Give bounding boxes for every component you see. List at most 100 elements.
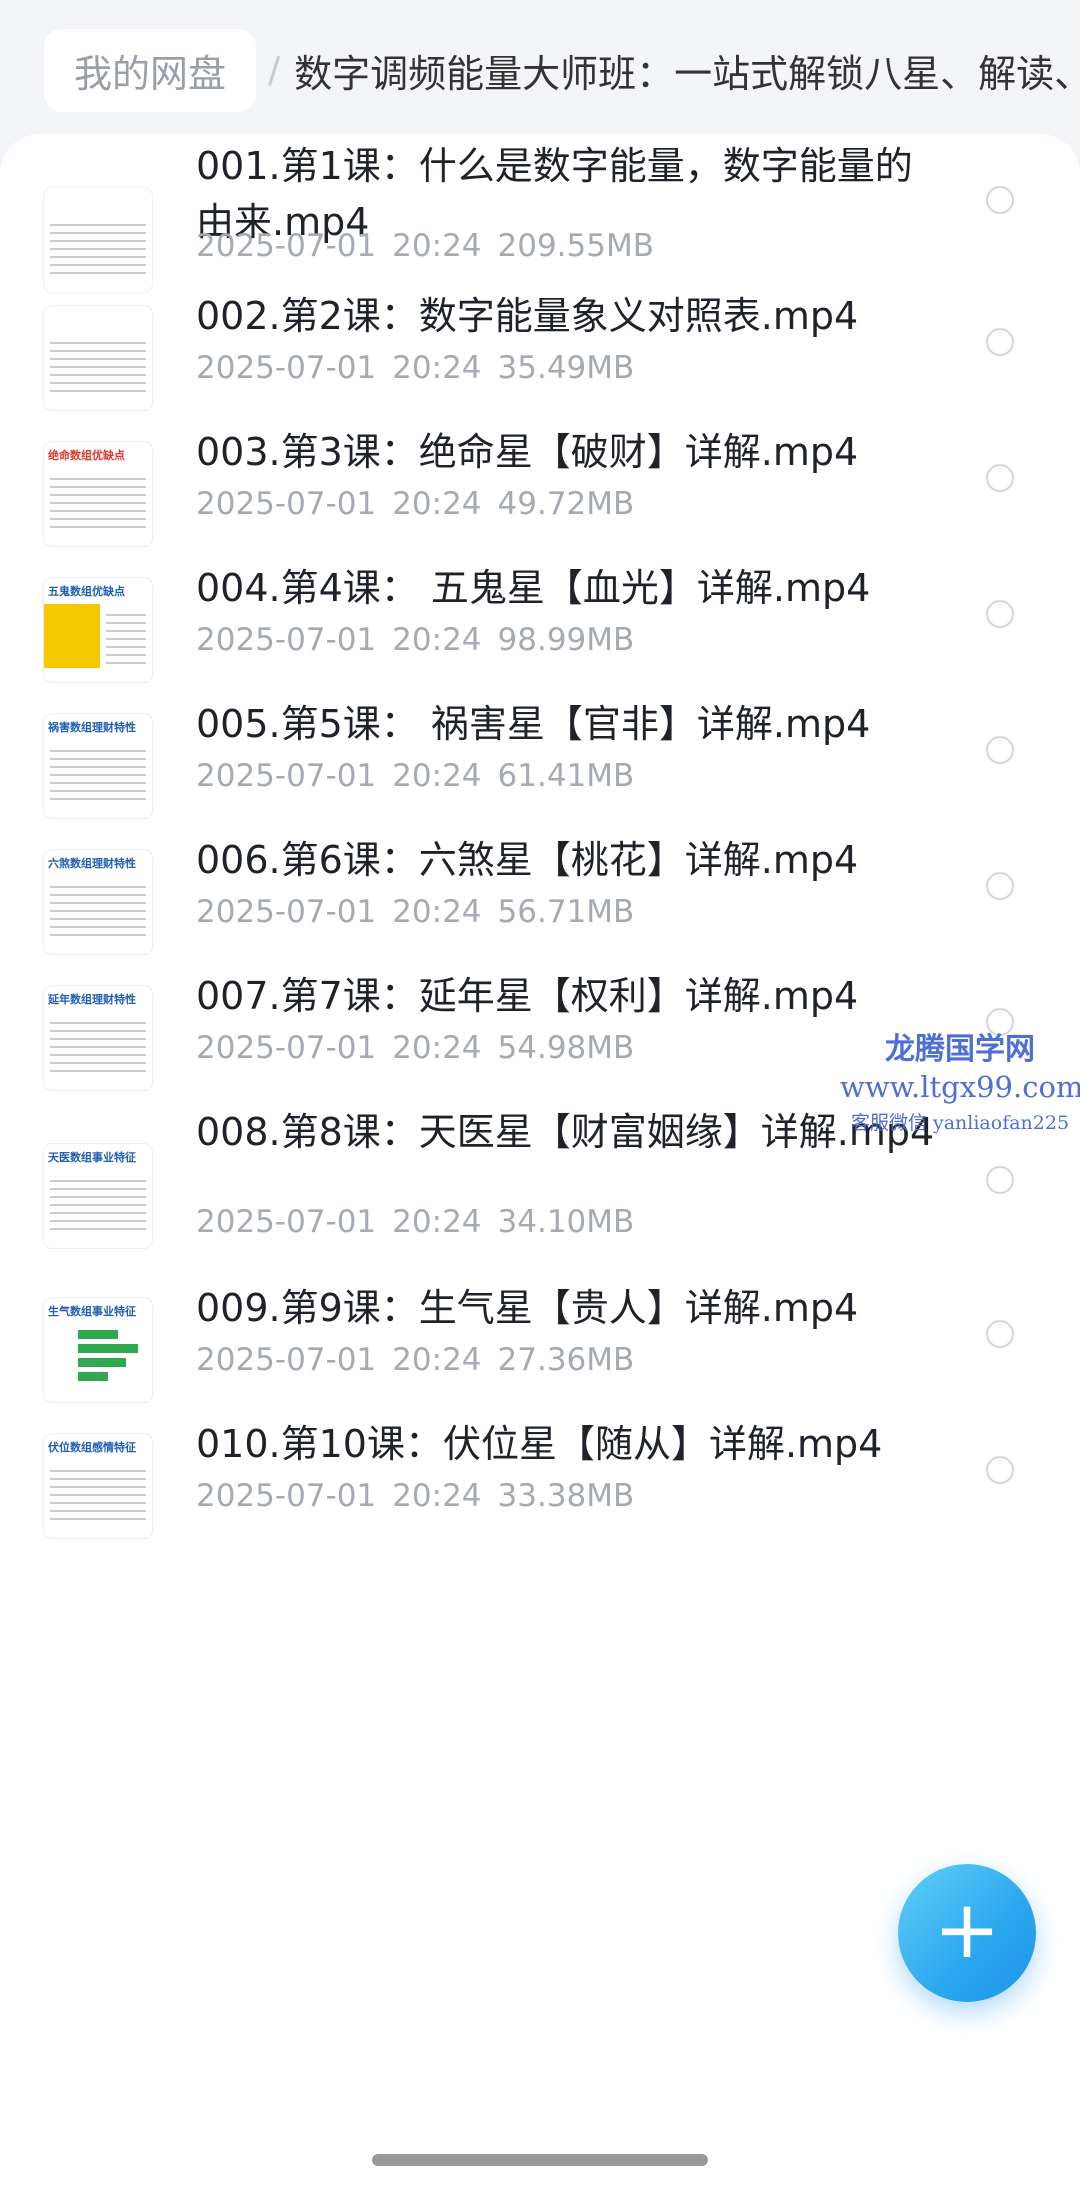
video-thumbnail: 绝命数组优缺点 — [44, 442, 152, 546]
file-meta: 2025-07-01 20:24 56.71MB — [196, 894, 650, 930]
video-thumbnail: 六煞数组理财特性 — [44, 850, 152, 954]
file-date: 2025-07-01 — [196, 350, 377, 386]
select-radio[interactable] — [986, 736, 1014, 764]
thumbnail-title: 祸害数组理财特性 — [48, 721, 136, 734]
file-item-003[interactable]: 绝命数组优缺点 003.第3课：绝命星【破财】详解.mp4 2025-07-01… — [0, 424, 1080, 560]
select-radio[interactable] — [986, 600, 1014, 628]
video-thumbnail: 延年数组理财特性 — [44, 986, 152, 1090]
file-meta: 2025-07-01 20:24 98.99MB — [196, 622, 650, 658]
file-time: 20:24 — [392, 1342, 482, 1378]
file-meta: 2025-07-01 20:24 54.98MB — [196, 1030, 650, 1066]
file-time: 20:24 — [392, 350, 482, 386]
file-item-004[interactable]: 五鬼数组优缺点 004.第4课： 五鬼星【血光】详解.mp4 2025-07-0… — [0, 560, 1080, 696]
file-list: 001.第1课：什么是数字能量，数字能量的由来.mp4 2025-07-01 20… — [0, 134, 1080, 2190]
file-name: 003.第3课：绝命星【破财】详解.mp4 — [196, 430, 859, 474]
file-meta: 2025-07-01 20:24 61.41MB — [196, 758, 650, 794]
file-item-002[interactable]: 002.第2课：数字能量象义对照表.mp4 2025-07-01 20:24 35.… — [0, 288, 1080, 424]
file-item-009[interactable]: 生气数组事业特征 009.第9课：生气星【贵人】详解.mp4 2025-07-0… — [0, 1280, 1080, 1416]
file-name: 005.第5课： 祸害星【官非】详解.mp4 — [196, 702, 871, 746]
thumbnail-title: 五鬼数组优缺点 — [48, 585, 125, 598]
plus-icon: + — [933, 1883, 1001, 1976]
thumbnail-title: 绝命数组优缺点 — [48, 449, 125, 462]
breadcrumb-separator: / — [268, 49, 281, 91]
thumbnail-title — [48, 194, 148, 210]
file-time: 20:24 — [392, 1478, 482, 1514]
file-size: 61.41MB — [497, 758, 635, 794]
file-meta: 2025-07-01 20:24 49.72MB — [196, 486, 650, 522]
file-meta: 2025-07-01 20:24 35.49MB — [196, 350, 650, 386]
file-name: 010.第10课：伏位星【随从】详解.mp4 — [196, 1422, 883, 1466]
file-size: 98.99MB — [497, 622, 635, 658]
file-name: 009.第9课：生气星【贵人】详解.mp4 — [196, 1286, 859, 1330]
thumbnail-content-icon — [50, 472, 146, 532]
file-meta: 2025-07-01 20:24 27.36MB — [196, 1342, 650, 1378]
thumbnail-title: 延年数组理财特性 — [48, 993, 136, 1006]
select-radio[interactable] — [986, 1166, 1014, 1194]
file-name: 002.第2课：数字能量象义对照表.mp4 — [196, 294, 859, 338]
breadcrumb: 我的网盘 / 数字调频能量大师班：一站式解锁八星、解读、 — [0, 0, 1080, 140]
file-item-006[interactable]: 六煞数组理财特性 006.第6课：六煞星【桃花】详解.mp4 2025-07-0… — [0, 832, 1080, 968]
select-radio[interactable] — [986, 872, 1014, 900]
thumbnail-title: 伏位数组感情特征 — [48, 1441, 136, 1454]
thumbnail-content-icon — [50, 744, 146, 804]
file-size: 54.98MB — [497, 1030, 635, 1066]
thumbnail-title — [48, 312, 148, 328]
breadcrumb-root-my-drive[interactable]: 我的网盘 — [44, 28, 257, 112]
video-thumbnail: 生气数组事业特征 — [44, 1298, 152, 1402]
file-date: 2025-07-01 — [196, 1030, 377, 1066]
watermark: 龙腾国学网 www.ltgx99.com 客服微信 yanliaofan225 — [840, 1024, 1080, 1135]
file-size: 209.55MB — [497, 228, 654, 264]
video-thumbnail — [44, 188, 152, 292]
file-item-010[interactable]: 伏位数组感情特征 010.第10课：伏位星【随从】详解.mp4 2025-07-… — [0, 1416, 1080, 1552]
watermark-contact: 客服微信 yanliaofan225 — [850, 1112, 1070, 1134]
select-radio[interactable] — [986, 186, 1014, 214]
file-time: 20:24 — [392, 1030, 482, 1066]
file-list-screen: 我的网盘 / 数字调频能量大师班：一站式解锁八星、解读、 001.第1课：什么是… — [0, 0, 1080, 2190]
file-size: 49.72MB — [497, 486, 635, 522]
file-size: 34.10MB — [497, 1204, 635, 1240]
file-date: 2025-07-01 — [196, 486, 377, 522]
select-radio[interactable] — [986, 1320, 1014, 1348]
thumbnail-highlight-block — [44, 604, 100, 668]
file-date: 2025-07-01 — [196, 1204, 377, 1240]
thumbnail-content-icon — [50, 336, 146, 396]
file-size: 33.38MB — [497, 1478, 635, 1514]
file-meta: 2025-07-01 20:24 33.38MB — [196, 1478, 650, 1514]
thumbnail-content-icon — [106, 608, 146, 668]
select-radio[interactable] — [986, 328, 1014, 356]
watermark-url: www.ltgx99.com — [840, 1070, 1080, 1104]
add-button[interactable]: + — [898, 1864, 1036, 2002]
file-size: 27.36MB — [497, 1342, 635, 1378]
file-size: 35.49MB — [497, 350, 635, 386]
thumbnail-title: 六煞数组理财特性 — [48, 857, 136, 870]
file-name: 004.第4课： 五鬼星【血光】详解.mp4 — [196, 566, 871, 610]
select-radio[interactable] — [986, 1456, 1014, 1484]
file-meta: 2025-07-01 20:24 34.10MB — [196, 1204, 650, 1240]
watermark-title: 龙腾国学网 — [885, 1032, 1035, 1067]
file-name: 007.第7课：延年星【权利】详解.mp4 — [196, 974, 859, 1018]
file-date: 2025-07-01 — [196, 1342, 377, 1378]
file-date: 2025-07-01 — [196, 758, 377, 794]
file-name: 006.第6课：六煞星【桃花】详解.mp4 — [196, 838, 859, 882]
video-thumbnail: 天医数组事业特征 — [44, 1144, 152, 1248]
file-date: 2025-07-01 — [196, 228, 377, 264]
file-time: 20:24 — [392, 622, 482, 658]
home-indicator-bar[interactable] — [372, 2154, 708, 2166]
file-time: 20:24 — [392, 1204, 482, 1240]
thumbnail-title: 天医数组事业特征 — [48, 1151, 136, 1164]
file-time: 20:24 — [392, 228, 482, 264]
file-name: 008.第8课：天医星【财富姻缘】详解.mp4 — [196, 1110, 935, 1154]
video-thumbnail: 伏位数组感情特征 — [44, 1434, 152, 1538]
file-meta: 2025-07-01 20:24 209.55MB — [196, 228, 670, 264]
file-time: 20:24 — [392, 758, 482, 794]
file-date: 2025-07-01 — [196, 622, 377, 658]
file-time: 20:24 — [392, 894, 482, 930]
thumbnail-content-icon — [50, 1016, 146, 1076]
file-item-005[interactable]: 祸害数组理财特性 005.第5课： 祸害星【官非】详解.mp4 2025-07-… — [0, 696, 1080, 832]
video-thumbnail: 五鬼数组优缺点 — [44, 578, 152, 682]
file-date: 2025-07-01 — [196, 1478, 377, 1514]
file-time: 20:24 — [392, 486, 482, 522]
thumbnail-content-icon — [50, 1464, 146, 1524]
select-radio[interactable] — [986, 464, 1014, 492]
thumbnail-content-icon — [50, 880, 146, 940]
